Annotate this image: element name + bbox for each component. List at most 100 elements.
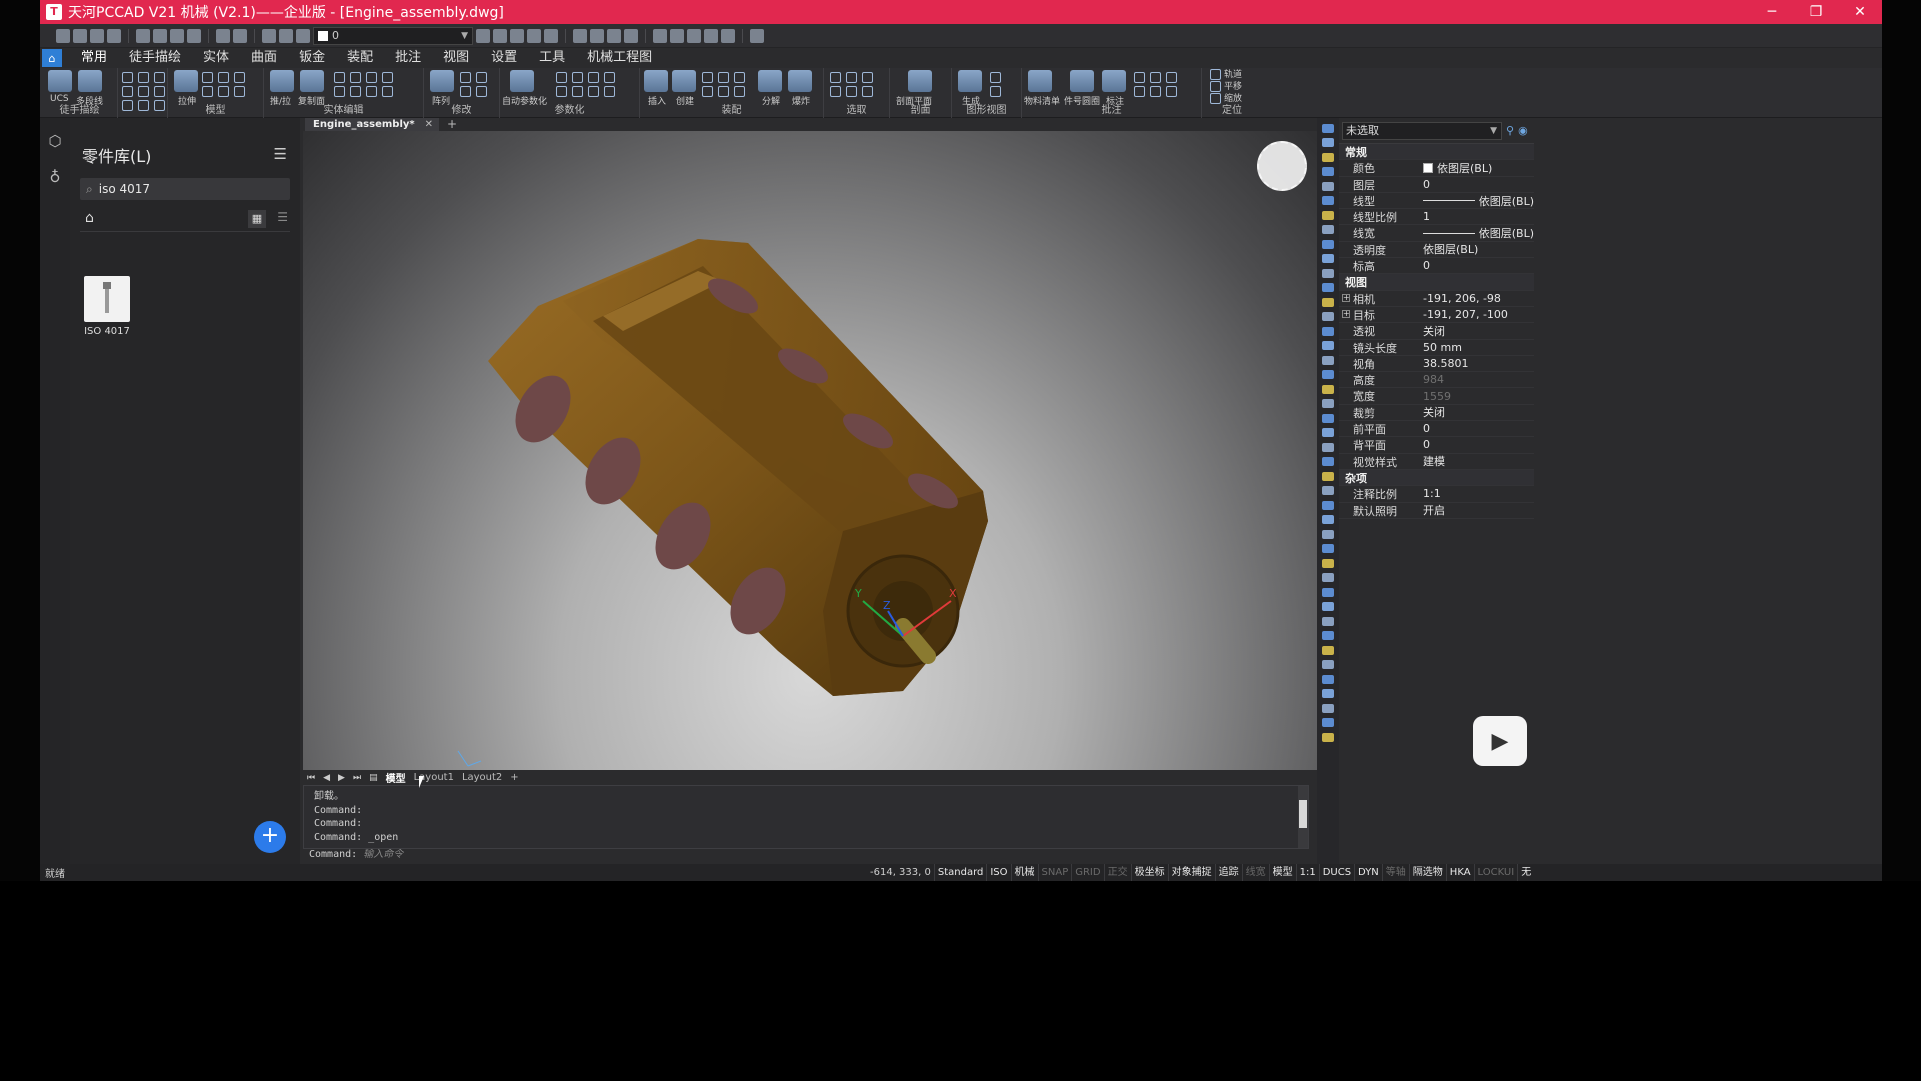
table-icon[interactable] — [1134, 86, 1145, 97]
tool-icon[interactable] — [1322, 558, 1334, 568]
design-feature-icon[interactable]: ♁ — [40, 159, 70, 195]
menu-icon[interactable]: ☰ — [274, 145, 287, 163]
mate-icon[interactable] — [702, 72, 713, 83]
property-row[interactable]: 线型比例 1 — [1339, 209, 1534, 226]
tool-icon[interactable] — [1322, 718, 1334, 727]
property-row[interactable]: 透明度 依图层(BL) — [1339, 242, 1534, 259]
property-value[interactable]: 50 mm — [1421, 340, 1534, 355]
select-face-icon[interactable] — [830, 72, 841, 83]
part-item[interactable]: ISO 4017 — [82, 276, 132, 337]
property-row[interactable]: 透视 关闭 — [1339, 323, 1534, 340]
explode-icon[interactable] — [788, 70, 812, 92]
property-row[interactable]: 默认照明 开启 — [1339, 503, 1534, 519]
cylinder-icon[interactable] — [218, 72, 229, 83]
parts-library-icon[interactable]: ⬡ — [40, 123, 70, 159]
property-value[interactable]: 0 — [1421, 177, 1534, 192]
coincident-icon[interactable] — [556, 72, 567, 83]
sphere-icon[interactable] — [202, 86, 213, 97]
add-layout-icon[interactable]: + — [510, 772, 518, 783]
layer-lock-icon[interactable] — [296, 28, 310, 43]
fix-component-icon[interactable] — [734, 86, 745, 97]
close-button[interactable]: ✕ — [1838, 0, 1882, 24]
property-row[interactable]: 注释比例 1:1 — [1339, 486, 1534, 503]
thicken-icon[interactable] — [382, 86, 393, 97]
tool-icon[interactable] — [1322, 370, 1334, 379]
expand-icon[interactable]: + — [1342, 309, 1350, 318]
layer-freeze-icon[interactable] — [279, 28, 293, 43]
array-icon[interactable] — [430, 70, 454, 92]
property-value[interactable]: 0 — [1421, 258, 1534, 273]
spline-icon[interactable] — [154, 72, 165, 83]
tool-icon[interactable] — [1322, 689, 1334, 698]
tab-assembly[interactable]: 装配 — [336, 48, 384, 68]
tool-icon[interactable] — [1322, 544, 1334, 553]
tool-icon[interactable] — [1322, 268, 1334, 278]
tool-icon[interactable] — [1322, 123, 1334, 133]
tool-icon[interactable] — [1322, 326, 1334, 336]
toggle-pickadd-icon[interactable]: ◉ — [1518, 124, 1528, 137]
tool-icon[interactable] — [1322, 529, 1334, 539]
subtract-icon[interactable] — [350, 72, 361, 83]
align-icon[interactable] — [718, 72, 729, 83]
detail-view-icon[interactable] — [990, 86, 1001, 97]
open-file-icon[interactable] — [73, 28, 87, 43]
point-icon[interactable] — [154, 100, 165, 111]
select-edge-icon[interactable] — [846, 72, 857, 83]
tab-layout2[interactable]: Layout2 — [462, 772, 502, 783]
tool-icon[interactable] — [1322, 500, 1334, 510]
property-value[interactable]: 1 — [1421, 209, 1534, 224]
layer-match-icon[interactable] — [493, 28, 507, 43]
status-mech[interactable]: 机械 — [1010, 864, 1038, 881]
layer-previous-icon[interactable] — [476, 28, 490, 43]
property-row[interactable]: + 目标 -191, 207, -100 — [1339, 307, 1534, 324]
tab-sketch[interactable]: 徒手描绘 — [118, 48, 192, 68]
scrollbar-thumb[interactable] — [1299, 800, 1307, 828]
close-tab-icon[interactable]: ✕ — [425, 119, 433, 130]
section-view[interactable]: 视图 — [1339, 274, 1534, 291]
torus-icon[interactable] — [218, 86, 229, 97]
match-properties-icon[interactable] — [670, 28, 684, 43]
tool-icon[interactable] — [1322, 428, 1334, 437]
print-icon[interactable] — [136, 28, 150, 43]
layer-states-icon[interactable] — [544, 28, 558, 43]
tool-icon[interactable] — [1322, 703, 1334, 713]
layout-list-icon[interactable]: ▤ — [369, 773, 378, 783]
undo-icon[interactable] — [216, 28, 230, 43]
bom-icon[interactable] — [1028, 70, 1052, 92]
dimension-constraint-icon[interactable] — [604, 86, 615, 97]
tool-icon[interactable] — [1322, 152, 1334, 162]
tangent-icon[interactable] — [604, 72, 615, 83]
property-value[interactable]: 开启 — [1421, 503, 1534, 518]
status-hka[interactable]: HKA — [1445, 864, 1474, 881]
property-value[interactable]: 依图层(BL) — [1421, 225, 1534, 240]
status-dyn[interactable]: DYN — [1354, 864, 1382, 881]
layer-dropdown[interactable]: 0 ▼ — [313, 26, 473, 45]
properties-icon[interactable] — [653, 28, 667, 43]
insert-mate-icon[interactable] — [702, 86, 713, 97]
plot-icon[interactable] — [153, 28, 167, 43]
view-top-icon[interactable] — [573, 28, 587, 43]
search-box[interactable]: ⌕ — [80, 178, 290, 200]
property-value[interactable]: -191, 207, -100 — [1421, 307, 1534, 322]
ucs-icon[interactable] — [48, 70, 72, 92]
tool-icon[interactable] — [1322, 167, 1334, 176]
tab-surface[interactable]: 曲面 — [240, 48, 288, 68]
property-value[interactable]: 0 — [1421, 437, 1534, 452]
hatch-icon[interactable] — [122, 100, 133, 111]
tool-icon[interactable] — [1322, 471, 1334, 481]
property-row[interactable]: 图层 0 — [1339, 177, 1534, 193]
push-pull-icon[interactable] — [270, 70, 294, 92]
tab-solid[interactable]: 实体 — [192, 48, 240, 68]
property-row[interactable]: 视觉样式 建模 — [1339, 454, 1534, 470]
tool-icon[interactable] — [1322, 602, 1334, 611]
viewcube-widget[interactable] — [1257, 141, 1307, 191]
property-row[interactable]: 视角 38.5801 — [1339, 356, 1534, 373]
tool-icon[interactable] — [1322, 399, 1334, 408]
tool-icon[interactable] — [1322, 283, 1334, 292]
tool-icon[interactable] — [1322, 587, 1334, 597]
status-grid[interactable]: GRID — [1071, 864, 1103, 881]
layer-isolate-icon[interactable] — [510, 28, 524, 43]
perpendicular-icon[interactable] — [588, 72, 599, 83]
list-view-icon[interactable]: ☰ — [277, 210, 288, 224]
shell-icon[interactable] — [350, 86, 361, 97]
